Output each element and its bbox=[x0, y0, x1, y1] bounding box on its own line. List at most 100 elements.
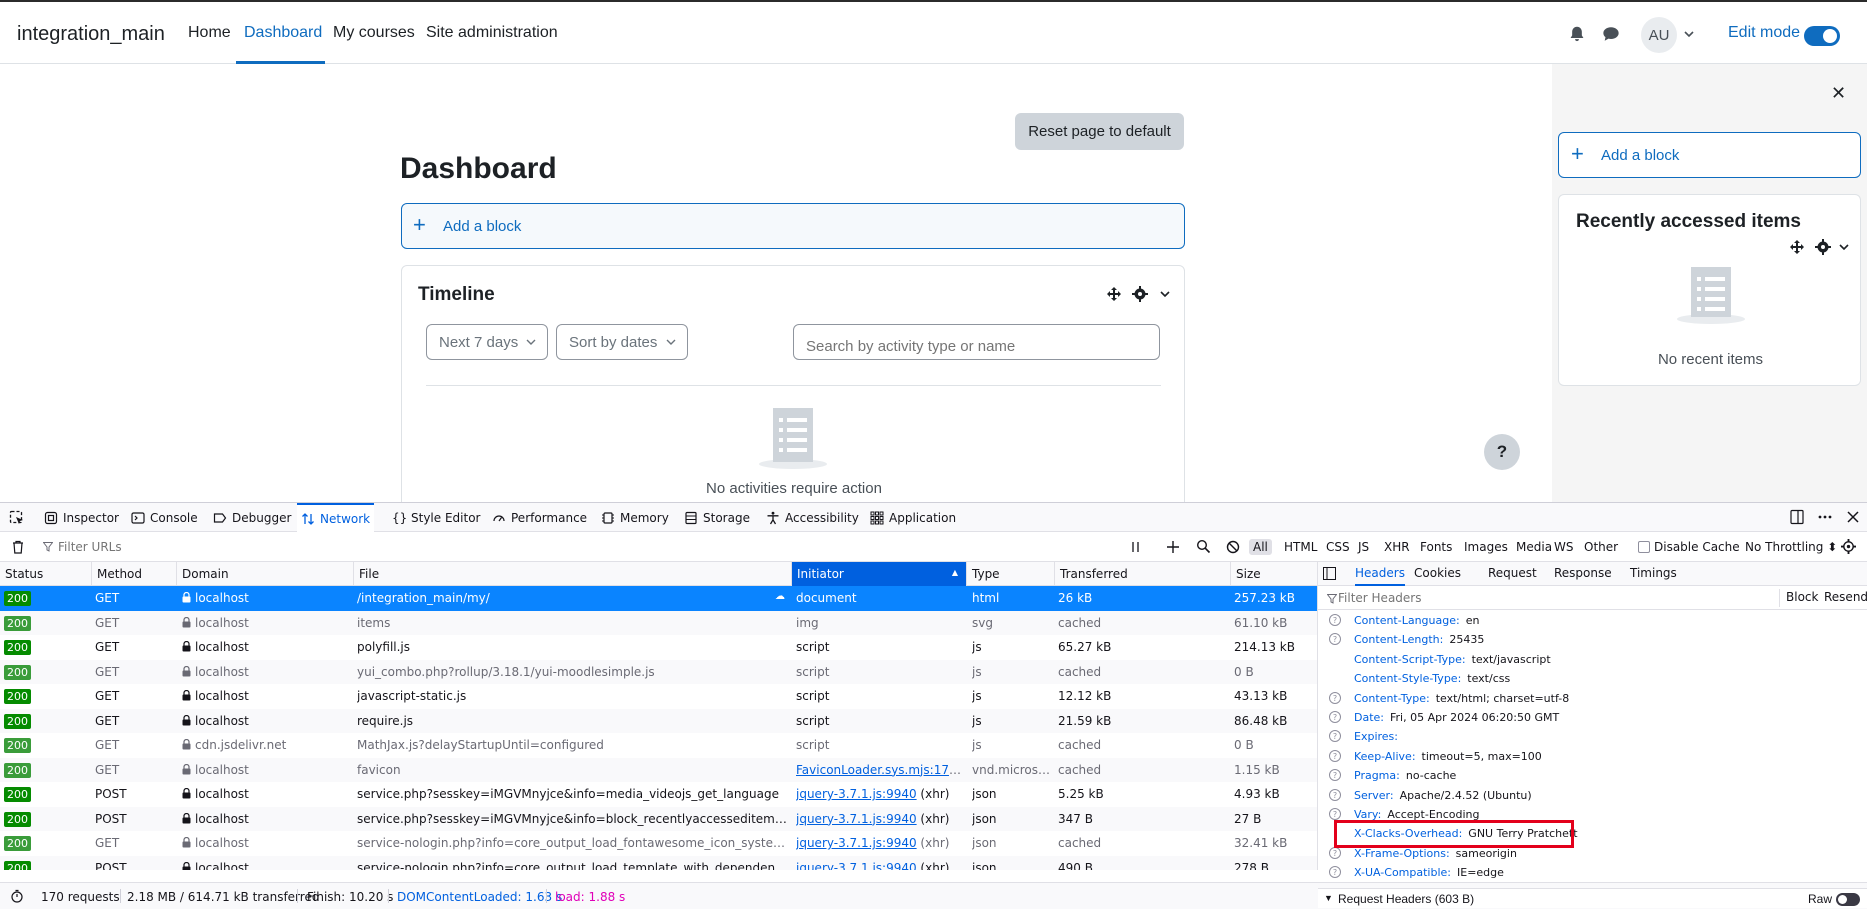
close-icon[interactable]: ✕ bbox=[1831, 84, 1846, 102]
throttling-select[interactable]: No Throttling ⬍ bbox=[1745, 540, 1837, 554]
header-row[interactable]: X-Clacks-Overhead: GNU Terry Pratchett bbox=[1318, 825, 1867, 844]
help-button[interactable]: ? bbox=[1484, 434, 1520, 470]
help-icon[interactable]: ? bbox=[1329, 614, 1341, 626]
tab-debugger[interactable]: Debugger bbox=[209, 503, 295, 532]
timeline-range-select[interactable]: Next 7 days bbox=[426, 324, 548, 360]
tab-headers[interactable]: Headers bbox=[1355, 562, 1405, 586]
timeline-search-input[interactable] bbox=[793, 324, 1160, 360]
timeline-sort-select[interactable]: Sort by dates bbox=[556, 324, 688, 360]
main-add-block-button[interactable]: + Add a block bbox=[401, 203, 1185, 249]
header-row[interactable]: ? Date: Fri, 05 Apr 2024 06:20:50 GMT bbox=[1318, 709, 1867, 728]
header-row[interactable]: Content-Style-Type: text/css bbox=[1318, 670, 1867, 689]
help-icon[interactable]: ? bbox=[1329, 866, 1341, 879]
filter-headers-input[interactable] bbox=[1323, 589, 1683, 607]
initiator-link[interactable]: FaviconLoader.sys.mjs:175 bbox=[796, 763, 961, 777]
initiator-link[interactable]: jquery-3.7.1.js:9940 bbox=[796, 861, 917, 871]
header-row[interactable]: ? Pragma: no-cache bbox=[1318, 767, 1867, 786]
tab-response[interactable]: Response bbox=[1554, 562, 1612, 586]
block-button[interactable]: Block bbox=[1786, 590, 1818, 604]
header-row[interactable]: ? X-UA-Compatible: IE=edge bbox=[1318, 864, 1867, 883]
type-filter-html[interactable]: HTML bbox=[1280, 539, 1321, 555]
table-row[interactable]: 200 POST localhost service.php?sesskey=iMGV… bbox=[0, 806, 1317, 831]
tab-accessibility[interactable]: Accessibility bbox=[762, 503, 863, 532]
header-row[interactable]: ? Content-Language: en bbox=[1318, 612, 1867, 631]
tab-timings[interactable]: Timings bbox=[1630, 562, 1677, 586]
header-row[interactable]: ? Content-Length: 25435 bbox=[1318, 631, 1867, 650]
help-icon[interactable]: ? bbox=[1329, 691, 1341, 704]
disable-cache-checkbox[interactable]: Disable Cache bbox=[1638, 540, 1740, 554]
help-icon[interactable]: ? bbox=[1329, 633, 1341, 646]
col-file[interactable]: File bbox=[354, 562, 792, 586]
nav-home[interactable]: Home bbox=[188, 24, 231, 42]
type-filter-all[interactable]: All bbox=[1249, 539, 1272, 555]
type-filter-css[interactable]: CSS bbox=[1322, 539, 1354, 555]
table-row[interactable]: 200 GET localhost items img svg cached 61.10 kB bbox=[0, 610, 1317, 635]
tab-cookies[interactable]: Cookies bbox=[1414, 562, 1461, 586]
col-size[interactable]: Size bbox=[1231, 562, 1317, 586]
help-icon[interactable]: ? bbox=[1329, 846, 1341, 859]
table-row[interactable]: 200 GET localhost polyfill.js script js 65.27 … bbox=[0, 635, 1317, 660]
block-controls[interactable] bbox=[1104, 284, 1176, 304]
tab-performance[interactable]: Performance bbox=[488, 503, 591, 532]
help-icon[interactable]: ? bbox=[1329, 730, 1341, 743]
col-type[interactable]: Type bbox=[967, 562, 1055, 586]
trash-icon[interactable] bbox=[11, 540, 25, 554]
header-row[interactable]: ? Content-Type: text/html; charset=utf-8 bbox=[1318, 690, 1867, 709]
table-row[interactable]: 200 GET cdn.jsdelivr.net MathJax.js?delaySt… bbox=[0, 733, 1317, 758]
raw-toggle[interactable] bbox=[1836, 893, 1860, 906]
type-filter-fonts[interactable]: Fonts bbox=[1416, 539, 1456, 555]
drawer-add-block-button[interactable]: + Add a block bbox=[1558, 132, 1861, 178]
site-brand[interactable]: integration_main bbox=[17, 23, 165, 46]
reset-page-button[interactable]: Reset page to default bbox=[1015, 113, 1184, 150]
type-filter-other[interactable]: Other bbox=[1580, 539, 1622, 555]
tab-application[interactable]: Application bbox=[866, 503, 960, 532]
tab-request[interactable]: Request bbox=[1488, 562, 1537, 586]
nav-site-administration[interactable]: Site administration bbox=[426, 24, 558, 42]
table-row[interactable]: 200 GET localhost/integration_main/my/docu… bbox=[0, 586, 1317, 611]
tab-storage[interactable]: Storage bbox=[680, 503, 754, 532]
col-status[interactable]: Status bbox=[0, 562, 92, 586]
header-row[interactable]: ? Expires: bbox=[1318, 728, 1867, 747]
header-row[interactable]: ? Vary: Accept-Encoding bbox=[1318, 806, 1867, 825]
help-icon[interactable]: ? bbox=[1329, 749, 1341, 762]
initiator-link[interactable]: jquery-3.7.1.js:9940 bbox=[796, 787, 917, 801]
col-domain[interactable]: Domain bbox=[177, 562, 354, 586]
header-row[interactable]: ? X-Frame-Options: sameorigin bbox=[1318, 845, 1867, 864]
block-controls[interactable] bbox=[1789, 239, 1853, 257]
col-initiator[interactable]: Initiator bbox=[792, 562, 967, 586]
table-row[interactable]: 200 GET localhost require.js script js 21.59 k… bbox=[0, 708, 1317, 733]
type-filter-js[interactable]: JS bbox=[1354, 539, 1373, 555]
type-filter-ws[interactable]: WS bbox=[1550, 539, 1577, 555]
filter-urls-input[interactable] bbox=[40, 537, 1120, 557]
nav-dashboard[interactable]: Dashboard bbox=[244, 24, 322, 42]
tab-console[interactable]: Console bbox=[127, 503, 202, 532]
initiator-link[interactable]: jquery-3.7.1.js:9940 bbox=[796, 836, 917, 850]
help-icon[interactable]: ? bbox=[1329, 710, 1341, 723]
chat-icon[interactable] bbox=[1602, 25, 1620, 43]
user-avatar[interactable]: AU bbox=[1641, 17, 1677, 53]
table-row[interactable]: 200 GET localhost favicon FaviconLoader.sys.… bbox=[0, 757, 1317, 782]
table-row[interactable]: 200 POST localhost service-nologin.php?info… bbox=[0, 855, 1317, 871]
header-row[interactable]: Content-Script-Type: text/javascript bbox=[1318, 651, 1867, 670]
table-row[interactable]: 200 GET localhost service-nologin.php?info=… bbox=[0, 831, 1317, 856]
help-icon[interactable]: ? bbox=[1329, 769, 1341, 782]
header-row[interactable]: ? Server: Apache/2.4.52 (Ubuntu) bbox=[1318, 787, 1867, 806]
table-row[interactable]: 200 GET localhost javascript-static.js scrip… bbox=[0, 684, 1317, 709]
tab-style-editor[interactable]: {} Style Editor bbox=[388, 503, 484, 532]
col-transferred[interactable]: Transferred bbox=[1055, 562, 1231, 586]
nav-my-courses[interactable]: My courses bbox=[333, 24, 415, 42]
tab-memory[interactable]: Memory bbox=[597, 503, 673, 532]
help-icon[interactable]: ? bbox=[1329, 807, 1341, 820]
chevron-down-icon[interactable] bbox=[1683, 28, 1695, 40]
element-picker-icon[interactable] bbox=[9, 510, 25, 526]
table-row[interactable]: 200 GET localhost yui_combo.php?rollup/3.18… bbox=[0, 659, 1317, 684]
resend-button[interactable]: Resend bbox=[1824, 590, 1867, 604]
initiator-link[interactable]: jquery-3.7.1.js:9940 bbox=[796, 812, 917, 826]
tab-inspector[interactable]: Inspector bbox=[40, 503, 123, 532]
edit-mode-toggle[interactable] bbox=[1804, 26, 1840, 46]
bell-icon[interactable] bbox=[1568, 25, 1586, 43]
col-method[interactable]: Method bbox=[92, 562, 177, 586]
tab-network[interactable]: Network bbox=[297, 503, 375, 532]
type-filter-xhr[interactable]: XHR bbox=[1380, 539, 1414, 555]
type-filter-images[interactable]: Images bbox=[1460, 539, 1512, 555]
